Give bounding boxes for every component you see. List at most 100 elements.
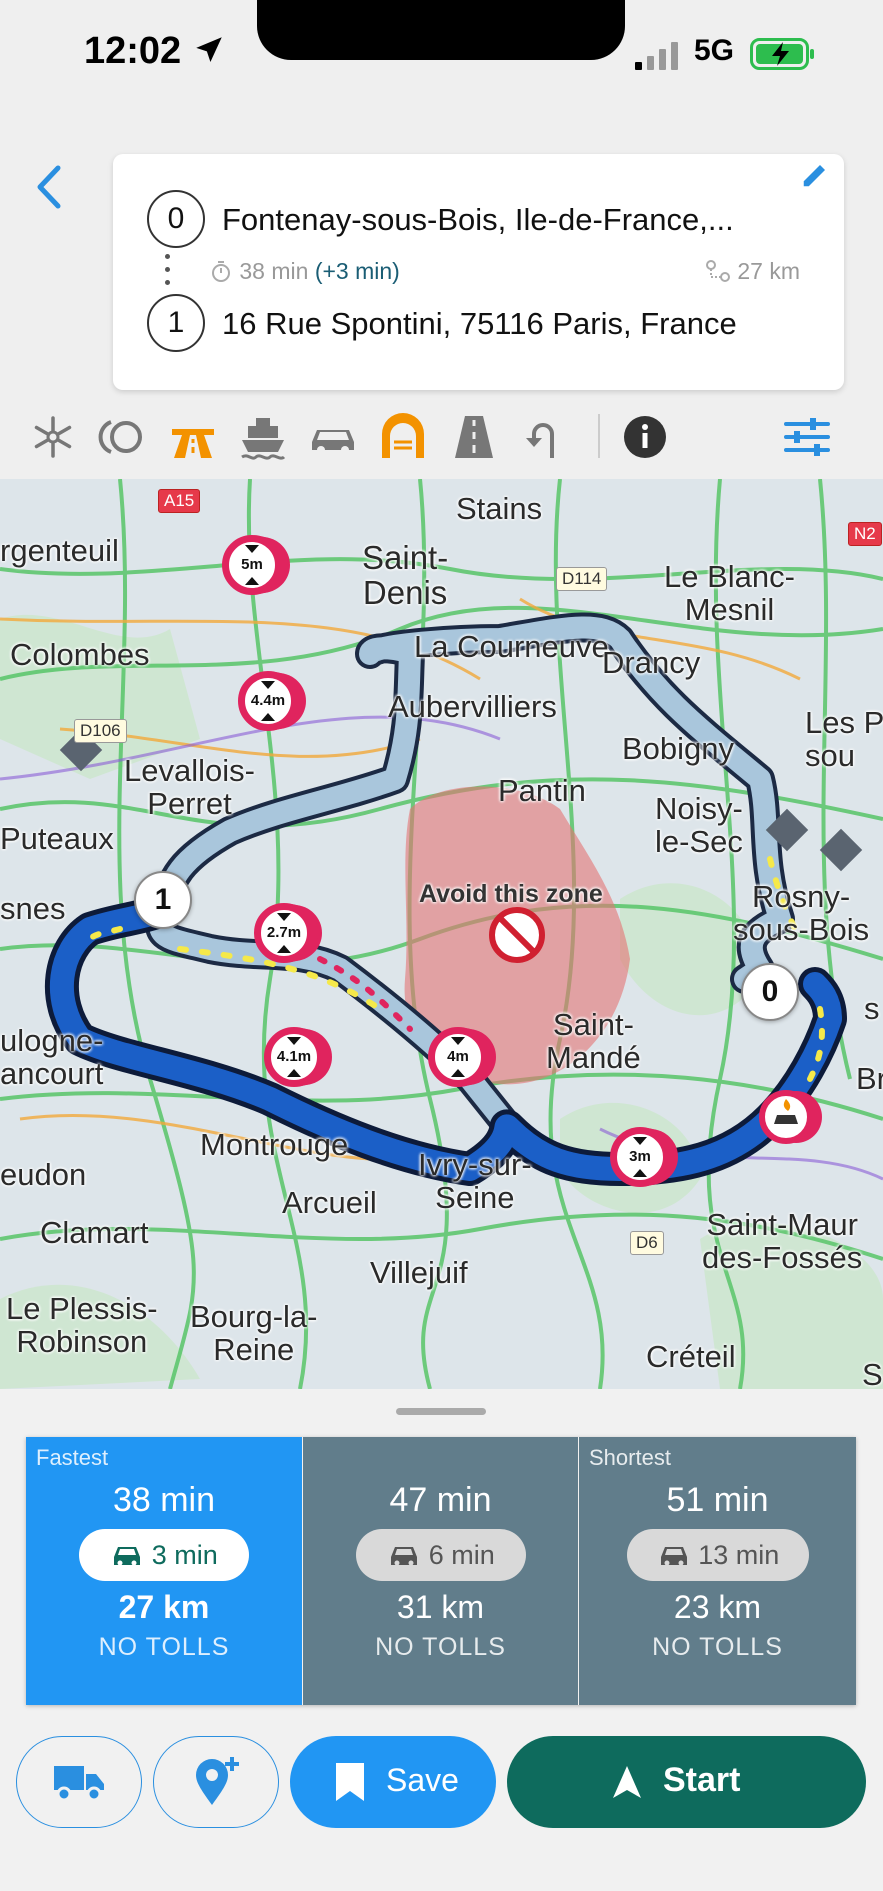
map-label: rgenteuil (0, 533, 119, 568)
status-bar: 12:02 5G (0, 0, 883, 110)
destination-marker[interactable]: 1 (134, 871, 192, 929)
highway-icon[interactable] (168, 412, 218, 462)
dynamic-island (257, 0, 625, 60)
location-arrow-icon (196, 37, 222, 63)
back-chevron-icon[interactable] (30, 162, 70, 212)
map-view[interactable]: A15 N2 D114 D106 D6 Stains rgenteuil Sai… (0, 479, 883, 1389)
route-distance: 27 km (118, 1589, 210, 1625)
map-label: Rosny- sous-Bois (733, 879, 870, 947)
settings-sliders-icon[interactable] (782, 412, 832, 462)
origin-waypoint-badge: 0 (147, 190, 205, 248)
route-duration: 38 min (+3 min) (209, 258, 400, 285)
edit-pencil-icon[interactable] (800, 160, 830, 190)
traffic-car-icon (114, 1547, 141, 1566)
map-label: snes (0, 891, 66, 926)
route-duration: 38 min (112, 1481, 216, 1519)
car-pool-icon[interactable] (308, 412, 358, 462)
ferry-icon[interactable] (238, 412, 288, 462)
map-label: eudon (0, 1157, 87, 1192)
map-label: S (862, 1357, 883, 1389)
route-duration: 51 min (666, 1481, 769, 1519)
network-type: 5G (694, 34, 735, 67)
snowflake-icon[interactable] (28, 412, 78, 462)
road-tag-d6: D6 (630, 1231, 664, 1255)
map-label: Colombes (10, 637, 150, 672)
road-tag-d106: D106 (74, 719, 127, 743)
height-limit-sign[interactable]: 4.4m (238, 671, 298, 731)
route-option-fastest[interactable]: Fastest 38 min 3 min 27 km NO TOLLS (26, 1437, 302, 1705)
add-location-pin-icon (196, 1757, 239, 1805)
origin-address[interactable]: Fontenay-sous-Bois, Ile-de-France,... (222, 202, 822, 238)
road-tag-a15: A15 (158, 489, 201, 513)
map-label: Arcueil (282, 1185, 377, 1220)
info-icon[interactable] (620, 412, 670, 462)
route-option-shortest[interactable]: Shortest 51 min 13 min 23 km NO TOLLS (579, 1437, 856, 1705)
route-options-toolbar (0, 402, 883, 474)
sheet-drag-handle[interactable] (396, 1408, 486, 1415)
status-time: 12:02 (84, 30, 226, 73)
height-limit-sign[interactable]: 4.1m (264, 1027, 324, 1087)
bookmark-icon (336, 1763, 364, 1801)
map-label: Saint-Maur des-Fossés (702, 1207, 863, 1275)
route-distance: 31 km (396, 1589, 485, 1625)
map-label: Aubervilliers (388, 689, 557, 724)
map-label: Les P sou (805, 705, 883, 773)
map-label: Le Plessis- Robinson (6, 1291, 158, 1359)
u-turn-icon[interactable] (519, 412, 569, 462)
road-tag-n2: N2 (848, 522, 882, 546)
height-limit-sign[interactable]: 3m (610, 1127, 670, 1187)
toolbar-separator (598, 414, 600, 458)
route-tag: Shortest (589, 1445, 671, 1470)
route-dots (165, 254, 171, 285)
start-navigation-button[interactable]: Start (507, 1736, 866, 1828)
route-tolls: NO TOLLS (98, 1633, 230, 1661)
height-limit-sign[interactable]: 5m (222, 535, 282, 595)
route-tolls: NO TOLLS (375, 1633, 506, 1661)
traffic-delay-pill: 13 min (627, 1529, 809, 1581)
origin-marker[interactable]: 0 (741, 963, 799, 1021)
map-label: La Courneuve (414, 629, 609, 664)
stopwatch-icon (212, 261, 230, 282)
avoid-zone-label: Avoid this zone (419, 880, 603, 908)
map-label: Drancy (602, 645, 701, 680)
map-label: Bobigny (622, 731, 735, 766)
map-label: Clamart (40, 1215, 149, 1250)
map-label: s (864, 991, 880, 1026)
save-route-button[interactable]: Save (290, 1736, 496, 1828)
map-label: Stains (456, 491, 543, 526)
traffic-car-icon (660, 1547, 687, 1566)
route-duration: 47 min (389, 1481, 492, 1519)
add-waypoint-button[interactable] (153, 1736, 279, 1828)
route-distance: 27 km (705, 258, 800, 285)
low-emission-zone-icon[interactable] (97, 412, 147, 462)
vehicle-profile-button[interactable] (16, 1736, 142, 1828)
map-label: Pantin (498, 773, 586, 808)
distance-icon (706, 260, 730, 282)
map-label: Bourg-la- Reine (190, 1299, 318, 1367)
route-summary-card[interactable]: 0 Fontenay-sous-Bois, Ile-de-France,... … (113, 154, 844, 390)
route-tag: Fastest (36, 1445, 109, 1470)
map-label: Saint- Mandé (546, 1007, 641, 1075)
map-label: Saint- Denis (362, 539, 449, 611)
map-label: Villejuif (370, 1255, 468, 1290)
map-label: Noisy- le-Sec (655, 791, 743, 859)
road-tag-d114: D114 (556, 567, 608, 591)
save-label: Save (386, 1762, 459, 1798)
route-option-alternative[interactable]: 47 min 6 min 31 km NO TOLLS (303, 1437, 578, 1705)
traffic-car-icon (391, 1547, 418, 1566)
map-label: Ivry-sur- Seine (418, 1147, 532, 1215)
tunnel-icon[interactable] (378, 412, 428, 462)
battery-charging-icon (750, 38, 814, 70)
destination-address[interactable]: 16 Rue Spontini, 75116 Paris, France (222, 306, 822, 342)
map-label: Levallois- Perret (124, 753, 255, 821)
start-label: Start (663, 1761, 741, 1799)
map-label: ulogne- ancourt (0, 1023, 104, 1091)
traffic-delay: (+3 min) (314, 258, 400, 284)
height-limit-sign[interactable]: 2.7m (254, 903, 314, 963)
map-label: Créteil (646, 1339, 736, 1374)
route-distance: 23 km (673, 1589, 762, 1625)
map-label: Montrouge (200, 1127, 349, 1162)
height-limit-sign[interactable]: 4m (428, 1027, 488, 1087)
road-icon[interactable] (449, 412, 499, 462)
navigation-arrow-icon (613, 1766, 641, 1798)
